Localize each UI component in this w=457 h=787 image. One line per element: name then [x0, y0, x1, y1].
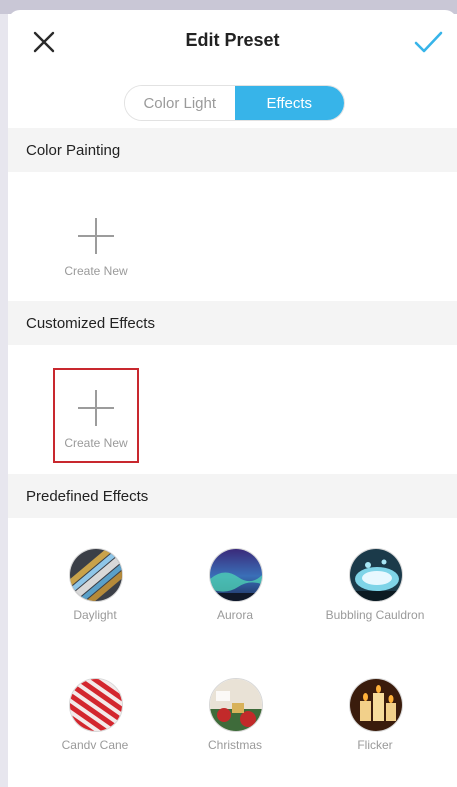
- frame-edge: [0, 14, 8, 787]
- effect-label: Aurora: [216, 608, 254, 622]
- section-header-color-painting: Color Painting: [8, 128, 457, 172]
- effect-label: Bubbling Cauldron: [325, 608, 425, 622]
- plus-icon: [78, 390, 114, 426]
- tab-color-light[interactable]: Color Light: [125, 86, 235, 120]
- section-header-predefined-effects: Predefined Effects: [8, 474, 457, 518]
- mode-segmented-control: Color Light Effects: [124, 85, 345, 121]
- create-new-label: Create New: [64, 436, 128, 450]
- header: Edit Preset: [8, 10, 457, 72]
- bubbling-cauldron-thumbnail: [349, 548, 403, 602]
- effect-candy-cane[interactable]: Candv Cane: [25, 678, 165, 768]
- effect-christmas[interactable]: Christmas: [165, 678, 305, 768]
- flicker-thumbnail: [349, 678, 403, 732]
- effect-aurora[interactable]: Aurora: [165, 548, 305, 638]
- candy-cane-thumbnail: [69, 678, 123, 732]
- tab-effects[interactable]: Effects: [234, 86, 344, 120]
- effect-flicker[interactable]: Flicker: [305, 678, 445, 768]
- effect-bubbling-cauldron[interactable]: Bubbling Cauldron: [305, 548, 445, 638]
- daylight-thumbnail: [69, 548, 123, 602]
- aurora-thumbnail: [209, 548, 263, 602]
- plus-icon: [78, 218, 114, 254]
- effect-label: Christmas: [207, 738, 262, 752]
- confirm-button[interactable]: [412, 28, 444, 56]
- section-header-customized-effects: Customized Effects: [8, 301, 457, 345]
- effect-label: Daylight: [73, 608, 117, 622]
- effect-label: Flicker: [357, 738, 393, 752]
- page-title: Edit Preset: [185, 30, 280, 50]
- effect-label: Candv Cane: [61, 738, 129, 752]
- christmas-thumbnail: [209, 678, 263, 732]
- create-new-color-painting-button[interactable]: Create New: [54, 208, 138, 302]
- edit-preset-sheet: Edit Preset Color Light Effects Color Pa…: [8, 10, 457, 787]
- effect-daylight[interactable]: Daylight: [25, 548, 165, 638]
- checkmark-icon: [414, 31, 443, 53]
- create-new-customized-effect-button[interactable]: Create New: [54, 380, 138, 474]
- create-new-label: Create New: [64, 264, 128, 278]
